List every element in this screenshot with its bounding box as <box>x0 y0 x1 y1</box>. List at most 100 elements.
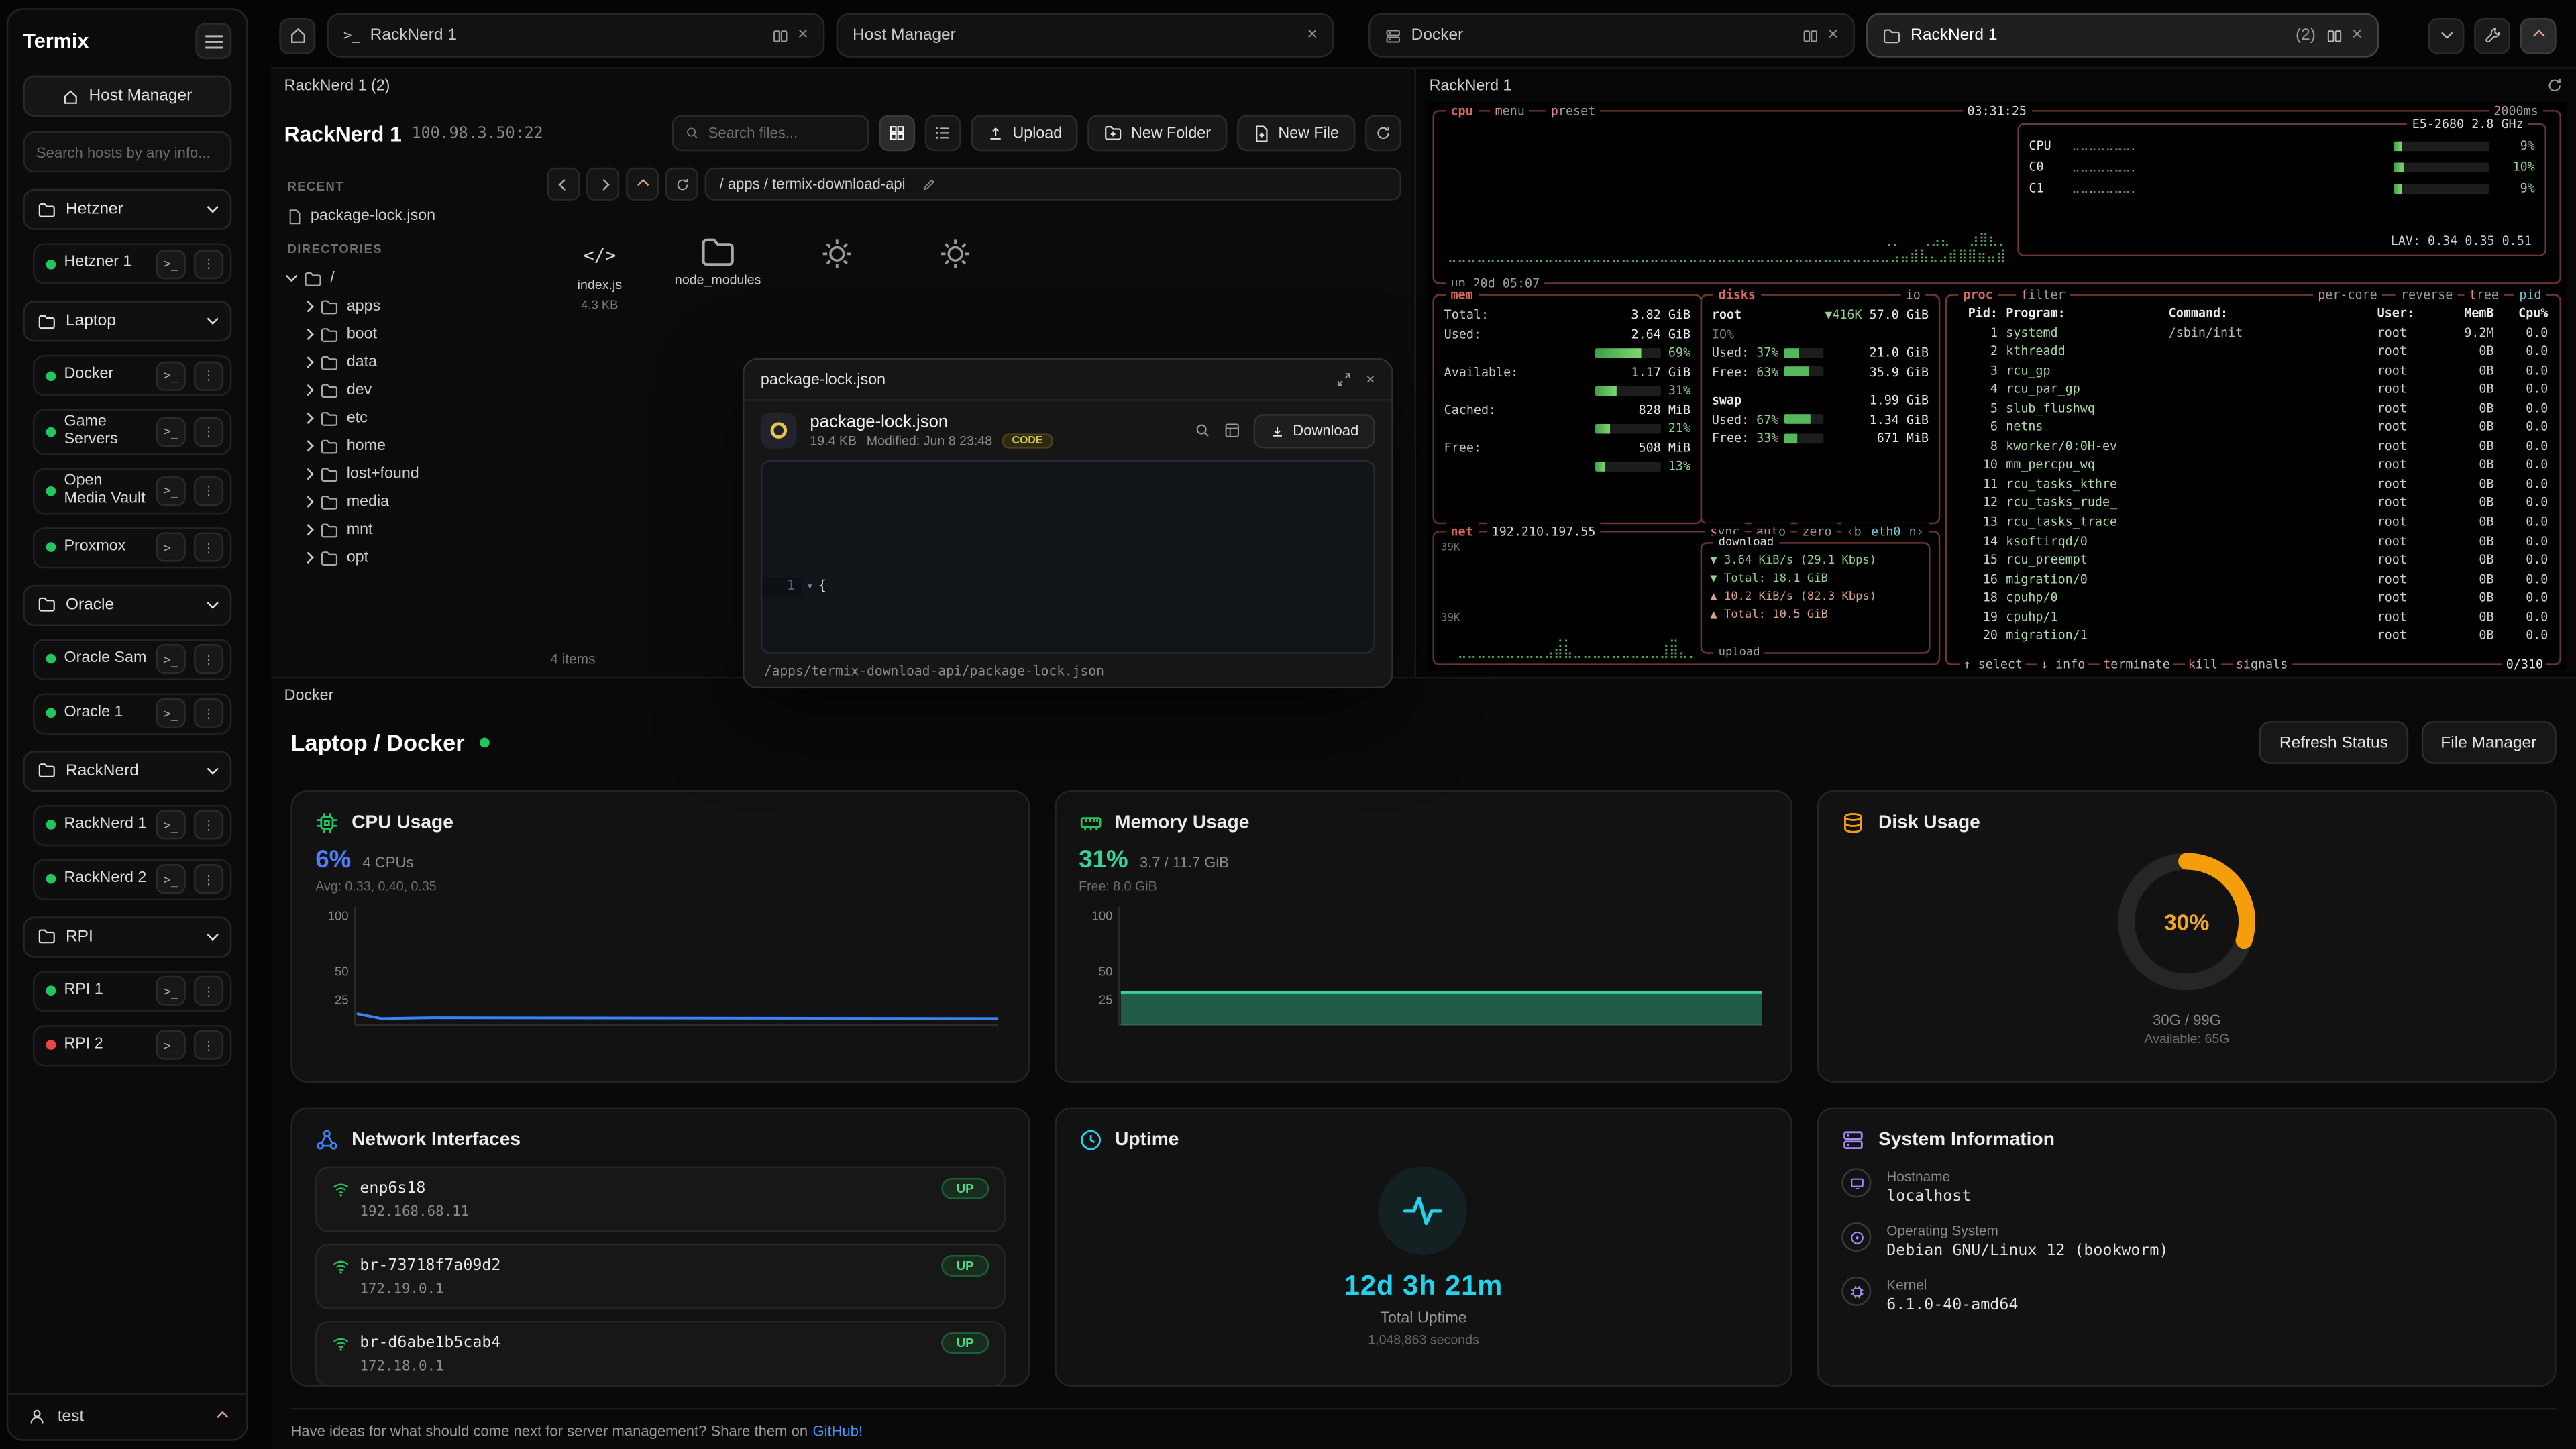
host-item[interactable]: Oracle Sam >_ ⋮ <box>33 639 231 680</box>
close-icon[interactable]: × <box>1307 26 1318 44</box>
close-icon[interactable]: × <box>1366 370 1375 388</box>
group-header[interactable]: RackNerd <box>23 750 231 791</box>
connect-terminal-button[interactable]: >_ <box>156 417 186 447</box>
host-item[interactable]: Docker >_ ⋮ <box>33 355 231 396</box>
host-menu-button[interactable]: ⋮ <box>194 533 223 562</box>
process-row[interactable]: 11 rcu_tasks_kthre root 0B 0.0 <box>1947 475 2559 494</box>
tab-file-manager-racknerd1[interactable]: RackNerd 1 (2) × <box>1866 13 2379 58</box>
recent-file-item[interactable]: package-lock.json <box>284 202 527 230</box>
file-search-input[interactable] <box>708 125 857 141</box>
host-manager-button[interactable]: Host Manager <box>23 76 231 117</box>
fold-icon[interactable]: ▾ <box>802 578 818 598</box>
list-view-button[interactable] <box>926 115 962 151</box>
process-row[interactable]: 5 slub_flushwq root 0B 0.0 <box>1947 398 2559 417</box>
directory-item[interactable]: home <box>284 432 527 460</box>
host-menu-button[interactable]: ⋮ <box>194 476 223 506</box>
split-view-icon[interactable] <box>771 27 788 43</box>
host-item[interactable]: RPI 1 >_ ⋮ <box>33 971 231 1012</box>
connect-terminal-button[interactable]: >_ <box>156 698 186 728</box>
close-icon[interactable]: × <box>1828 26 1839 44</box>
terminate-hint[interactable]: terminate <box>2100 655 2173 670</box>
menu-option[interactable]: menu <box>1490 102 1529 120</box>
refresh-status-button[interactable]: Refresh Status <box>2260 721 2408 764</box>
split-view-icon[interactable] <box>1801 27 1817 43</box>
preset-option[interactable]: preset <box>1546 102 1600 120</box>
host-menu-button[interactable]: ⋮ <box>194 249 223 278</box>
host-menu-button[interactable]: ⋮ <box>194 698 223 728</box>
kill-hint[interactable]: kill <box>2185 655 2221 670</box>
connect-terminal-button[interactable]: >_ <box>156 1030 186 1060</box>
host-item[interactable]: RackNerd 2 >_ ⋮ <box>33 859 231 900</box>
open-in-editor-icon[interactable] <box>1224 422 1240 438</box>
new-file-button[interactable]: New File <box>1237 115 1355 151</box>
host-menu-button[interactable]: ⋮ <box>194 417 223 447</box>
edit-path-icon[interactable] <box>922 176 936 191</box>
tab-docker[interactable]: Docker × <box>1368 13 1855 58</box>
file-search[interactable] <box>673 115 870 151</box>
reverse-option[interactable]: reverse <box>2396 286 2458 304</box>
sidebar-menu-button[interactable] <box>195 23 231 59</box>
folder-item[interactable]: node_modules <box>672 237 764 313</box>
sort-column[interactable]: pid <box>2514 286 2546 304</box>
close-icon[interactable]: × <box>798 26 808 44</box>
host-menu-button[interactable]: ⋮ <box>194 1030 223 1060</box>
per-core-option[interactable]: per-core <box>2313 286 2382 304</box>
interface-row[interactable]: enp6s18 UP 192.168.68.11 <box>315 1167 1005 1232</box>
host-menu-button[interactable]: ⋮ <box>194 810 223 840</box>
file-item[interactable]: </> index.js 4.3 KB <box>553 237 645 313</box>
file-item[interactable] <box>908 237 1000 313</box>
refresh-files-button[interactable] <box>1365 115 1401 151</box>
grid-view-button[interactable] <box>879 115 916 151</box>
terminal-screen[interactable]: cpu menu preset 03:31:25 2000ms ⠀⠀⠀⠀⠀⠀⠀⠀… <box>1428 102 2566 670</box>
host-item[interactable]: RPI 2 >_ ⋮ <box>33 1024 231 1065</box>
host-item[interactable]: Open Media Vault >_ ⋮ <box>33 468 231 514</box>
directory-item[interactable]: etc <box>284 404 527 432</box>
host-menu-button[interactable]: ⋮ <box>194 865 223 894</box>
connect-terminal-button[interactable]: >_ <box>156 476 186 506</box>
code-preview[interactable]: 1 ▾ { <box>761 460 1375 654</box>
download-button[interactable]: Download <box>1253 413 1375 447</box>
disks-io-toggle[interactable]: io <box>1900 286 1925 304</box>
split-view-icon[interactable] <box>2326 27 2342 43</box>
connect-terminal-button[interactable]: >_ <box>156 644 186 674</box>
file-manager-button[interactable]: File Manager <box>2421 721 2557 764</box>
group-header[interactable]: Laptop <box>23 301 231 341</box>
process-row[interactable]: 16 migration/0 root 0B 0.0 <box>1947 570 2559 588</box>
refresh-path-button[interactable] <box>665 168 698 201</box>
breadcrumb[interactable]: / apps / termix-download-api <box>705 168 1401 201</box>
collapse-panel-button[interactable] <box>2520 17 2557 54</box>
directory-item[interactable]: dev <box>284 376 527 405</box>
host-menu-button[interactable]: ⋮ <box>194 644 223 674</box>
process-row[interactable]: 1 systemd /sbin/init root 9.2M 0.0 <box>1947 323 2559 341</box>
user-menu[interactable]: test <box>8 1393 246 1440</box>
directory-item[interactable]: boot <box>284 321 527 349</box>
process-row[interactable]: 15 rcu_preempt root 0B 0.0 <box>1947 551 2559 570</box>
host-search[interactable] <box>23 131 231 172</box>
tab-list-dropdown-button[interactable] <box>2428 17 2465 54</box>
directory-item[interactable]: data <box>284 348 527 376</box>
directory-item[interactable]: lost+found <box>284 460 527 488</box>
connect-terminal-button[interactable]: >_ <box>156 976 186 1006</box>
process-row[interactable]: 10 mm_percpu_wq root 0B 0.0 <box>1947 455 2559 474</box>
connect-terminal-button[interactable]: >_ <box>156 361 186 390</box>
file-item[interactable] <box>790 237 882 313</box>
host-item[interactable]: RackNerd 1 >_ ⋮ <box>33 804 231 845</box>
host-item[interactable]: Oracle 1 >_ ⋮ <box>33 693 231 734</box>
search-in-file-icon[interactable] <box>1194 422 1210 438</box>
process-row[interactable]: 8 kworker/0:0H-ev root 0B 0.0 <box>1947 437 2559 455</box>
connect-terminal-button[interactable]: >_ <box>156 865 186 894</box>
next-interface[interactable]: n› <box>1904 523 1929 541</box>
connect-terminal-button[interactable]: >_ <box>156 249 186 278</box>
process-row[interactable]: 20 migration/1 root 0B 0.0 <box>1947 627 2559 645</box>
filter-option[interactable]: filter <box>2016 286 2070 304</box>
process-row[interactable]: 2 kthreadd root 0B 0.0 <box>1947 342 2559 361</box>
interface-row[interactable]: br-d6abe1b5cab4 UP 172.18.0.1 <box>315 1321 1005 1387</box>
host-item[interactable]: Hetzner 1 >_ ⋮ <box>33 243 231 284</box>
directory-item[interactable]: opt <box>284 544 527 572</box>
process-row[interactable]: 18 cpuhp/0 root 0B 0.0 <box>1947 588 2559 607</box>
upload-button[interactable]: Upload <box>971 115 1078 151</box>
process-row[interactable]: 13 rcu_tasks_trace root 0B 0.0 <box>1947 513 2559 531</box>
directory-item[interactable]: media <box>284 488 527 516</box>
sync-icon[interactable] <box>2546 77 2563 93</box>
host-menu-button[interactable]: ⋮ <box>194 361 223 390</box>
